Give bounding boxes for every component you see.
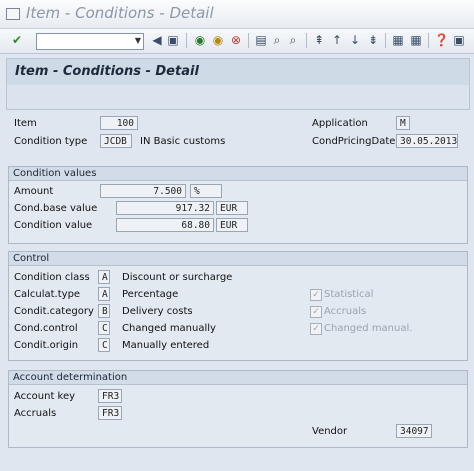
application-label: Application [312, 118, 368, 129]
application-field[interactable]: M [396, 116, 410, 130]
condition-class-label: Condition class [14, 272, 90, 283]
accruals-label: Accruals [324, 306, 367, 317]
next-page-icon[interactable]: ↓ [348, 33, 362, 47]
back-icon[interactable]: ◉ [193, 33, 207, 47]
cond-control-description: Changed manually [122, 323, 216, 334]
statistical-label: Statistical [324, 289, 374, 300]
condition-class-field[interactable]: A [98, 270, 110, 284]
item-field[interactable]: 100 [100, 116, 138, 130]
condit-origin-description: Manually entered [122, 340, 210, 351]
cond-base-value-label: Cond.base value [14, 203, 98, 214]
print-icon[interactable]: ▤ [254, 33, 268, 47]
item-label: Item [14, 118, 37, 129]
previous-page-icon[interactable]: ↑ [330, 33, 344, 47]
exit-icon[interactable]: ◉ [211, 33, 225, 47]
accruals-checkbox[interactable]: ✓ [310, 306, 322, 318]
condit-category-field[interactable]: B [98, 304, 110, 318]
account-key-field[interactable]: FR3 [98, 389, 122, 403]
changed-manual-label: Changed manual. [324, 323, 413, 334]
condit-category-description: Delivery costs [122, 306, 193, 317]
condition-value-label: Condition value [14, 220, 93, 231]
condition-value-currency-field[interactable]: EUR [216, 218, 248, 232]
condition-class-description: Discount or surcharge [122, 272, 233, 283]
condit-category-label: Condit.category [14, 306, 94, 317]
save-icon[interactable]: ▣ [166, 33, 180, 47]
calculat-type-field[interactable]: A [98, 287, 110, 301]
condit-origin-label: Condit.origin [14, 340, 79, 351]
help-icon[interactable]: ❓ [434, 33, 449, 47]
find-icon[interactable]: ⌕ [270, 33, 284, 47]
application-toolbar [7, 85, 469, 109]
cond-control-label: Cond.control [14, 323, 78, 334]
cond-pricing-date-field[interactable]: 30.05.2013 [396, 134, 458, 148]
vendor-field[interactable]: 34097 [396, 424, 432, 438]
changed-manual-checkbox[interactable]: ✓ [310, 323, 322, 335]
condition-type-description: IN Basic customs [140, 136, 226, 147]
amount-label: Amount [14, 186, 54, 197]
group-title: Condition values [9, 167, 467, 181]
toolbar-separator [428, 33, 429, 48]
chevron-left-icon[interactable]: ◀ [150, 33, 164, 47]
amount-field[interactable]: 7.500 [100, 184, 186, 198]
cond-pricing-date-label: CondPricingDate [312, 136, 396, 147]
accruals-key-label: Accruals [14, 408, 57, 419]
standard-toolbar: ✔ ▼ ◀ ▣ ◉ ◉ ⊗ ▤ ⌕ ⌕ ⇞ ↑ ↓ ⇟ ▦ ▦ ❓ ▣ [0, 29, 474, 54]
cancel-icon[interactable]: ⊗ [229, 33, 243, 47]
group-title: Account determination [9, 371, 467, 385]
page-header: Item - Conditions - Detail [6, 58, 470, 110]
chevron-down-icon[interactable]: ▼ [135, 36, 141, 45]
first-page-icon[interactable]: ⇞ [312, 33, 326, 47]
new-session-icon[interactable]: ▦ [391, 33, 405, 47]
statistical-checkbox[interactable]: ✓ [310, 289, 322, 301]
last-page-icon[interactable]: ⇟ [366, 33, 380, 47]
base-currency-field[interactable]: EUR [216, 201, 248, 215]
toolbar-separator [385, 33, 386, 48]
condit-origin-field[interactable]: C [98, 338, 110, 352]
page-title: Item - Conditions - Detail [15, 64, 199, 79]
calculat-type-label: Calculat.type [14, 289, 81, 300]
condition-type-field[interactable]: JCDB [100, 134, 132, 148]
toolbar-separator [306, 33, 307, 48]
app-menu-icon[interactable] [6, 8, 20, 20]
calculat-type-description: Percentage [122, 289, 179, 300]
window-title: Item - Conditions - Detail [26, 4, 214, 22]
toolbar-separator [248, 33, 249, 48]
find-next-icon[interactable]: ⌕ [286, 33, 300, 47]
condition-value-field[interactable]: 68.80 [116, 218, 214, 232]
toolbar-separator [186, 33, 187, 48]
cond-control-field[interactable]: C [98, 321, 110, 335]
title-bar: Item - Conditions - Detail [0, 0, 474, 29]
command-field[interactable]: ▼ [36, 33, 144, 50]
accruals-key-field[interactable]: FR3 [98, 406, 122, 420]
shortcut-icon[interactable]: ▦ [409, 33, 423, 47]
cond-base-value-field[interactable]: 917.32 [116, 201, 214, 215]
group-title: Control [9, 252, 467, 266]
enter-checkmark-icon[interactable]: ✔ [10, 33, 24, 47]
amount-unit-field[interactable]: % [190, 184, 222, 198]
condition-type-label: Condition type [14, 136, 88, 147]
customize-layout-icon[interactable]: ▣ [452, 33, 466, 47]
vendor-label: Vendor [312, 426, 348, 437]
account-key-label: Account key [14, 391, 76, 402]
